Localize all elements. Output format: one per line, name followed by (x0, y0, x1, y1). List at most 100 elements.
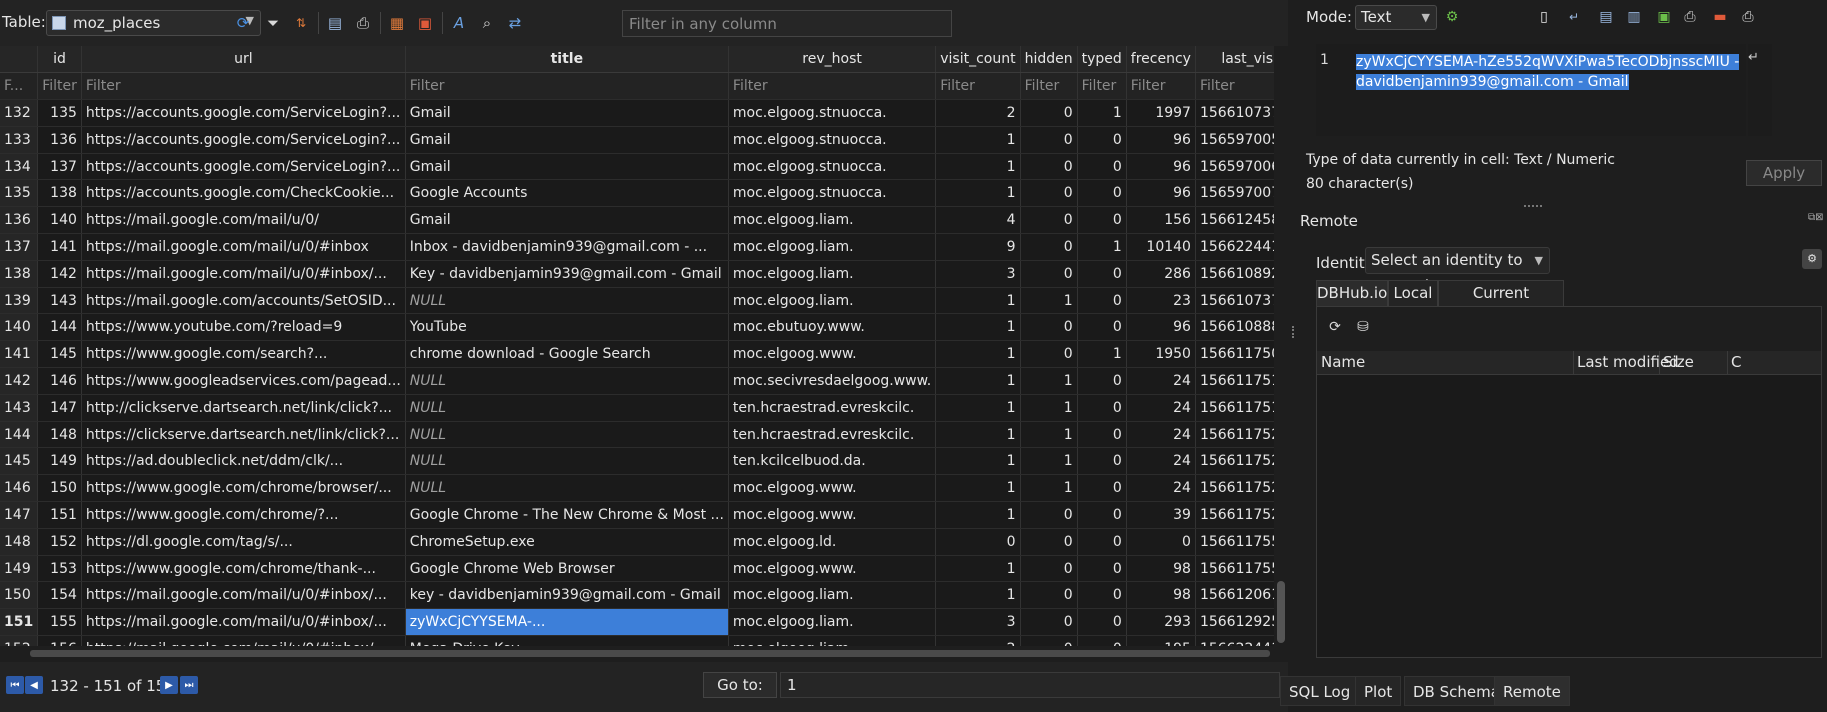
apply-button[interactable]: Apply (1746, 160, 1822, 186)
insert-record-icon[interactable]: ▦ (386, 12, 408, 34)
cell-id[interactable]: 146 (37, 367, 82, 395)
table-row[interactable]: 150 154 https://mail.google.com/mail/u/0/#… (0, 581, 1288, 610)
row-number[interactable]: 144 (0, 421, 39, 449)
find-icon[interactable]: ⌕ (476, 12, 498, 34)
set-null-icon[interactable]: ▣ (1654, 7, 1674, 27)
cell-hidden[interactable]: 0 (1020, 153, 1078, 181)
cell-visit-count[interactable]: 0 (935, 528, 1021, 556)
cell-title[interactable]: Gmail (405, 99, 729, 127)
cell-url[interactable]: https://www.google.com/chrome/thank-... (81, 555, 406, 583)
column-filter-visit-count[interactable]: Filter (935, 72, 1021, 101)
tab-plot[interactable]: Plot (1355, 676, 1402, 706)
vertical-scrollbar[interactable] (1274, 46, 1288, 660)
cell-visit-count[interactable]: 1 (935, 474, 1021, 503)
table-row[interactable]: 140 144 https://www.youtube.com/?reload=9 Y… (0, 313, 1288, 342)
cell-visit-count[interactable]: 1 (935, 581, 1021, 610)
cell-url[interactable]: https://accounts.google.com/CheckCookie.… (81, 179, 406, 208)
goto-input[interactable] (780, 672, 1280, 698)
scrollbar-thumb[interactable] (1277, 581, 1285, 643)
cell-title[interactable]: Google Chrome - The New Chrome & Most ..… (405, 501, 729, 529)
clear-filters-icon[interactable]: ⏷ (262, 12, 284, 34)
cell-frecency[interactable]: 98 (1126, 581, 1196, 610)
row-number[interactable]: 135 (0, 179, 39, 208)
cell-hidden[interactable]: 1 (1020, 421, 1078, 449)
cell-visit-count[interactable]: 9 (935, 233, 1021, 261)
cell-hidden[interactable]: 0 (1020, 555, 1078, 583)
row-number[interactable]: 151 (0, 608, 39, 637)
cell-url[interactable]: https://www.googleadservices.com/pagead.… (81, 367, 406, 395)
cell-rev-host[interactable]: moc.elgoog.www. (728, 555, 937, 583)
cell-title[interactable]: chrome download - Google Search (405, 340, 729, 369)
cell-rev-host[interactable]: ten.kcilcelbuod.da. (728, 447, 937, 476)
cell-id[interactable]: 135 (37, 99, 82, 127)
row-number[interactable]: 138 (0, 260, 39, 288)
clear-icon[interactable]: ▬ (1710, 7, 1730, 27)
cell-id[interactable]: 151 (37, 501, 82, 529)
cell-hidden[interactable]: 0 (1020, 126, 1078, 154)
cell-title[interactable]: key - davidbenjamin939@gmail.com - Gmail (405, 581, 729, 610)
cell-title[interactable]: Inbox - davidbenjamin939@gmail.com - ... (405, 233, 729, 261)
cell-url[interactable]: https://ad.doubleclick.net/ddm/clk/... (81, 447, 406, 476)
delete-record-icon[interactable]: ▣ (414, 12, 436, 34)
cell-rev-host[interactable]: moc.elgoog.liam. (728, 608, 937, 637)
cell-id[interactable]: 145 (37, 340, 82, 369)
cell-typed[interactable]: 1 (1077, 99, 1127, 127)
table-row[interactable]: 139 143 https://mail.google.com/accounts/S… (0, 287, 1288, 315)
cell-id[interactable]: 152 (37, 528, 82, 556)
cell-hidden[interactable]: 1 (1020, 367, 1078, 395)
identity-selector[interactable]: Select an identity to connect ▼ (1365, 247, 1550, 294)
cell-title[interactable]: Google Chrome Web Browser (405, 555, 729, 583)
cell-hidden[interactable]: 0 (1020, 260, 1078, 288)
tab-remote[interactable]: Remote (1494, 676, 1570, 706)
table-row[interactable]: 151 155 https://mail.google.com/mail/u/0/#… (0, 608, 1288, 637)
horizontal-scrollbar[interactable] (0, 646, 1274, 660)
table-row[interactable]: 148 152 https://dl.google.com/tag/s/... Chr… (0, 528, 1288, 556)
column-header-typed[interactable]: typed (1077, 46, 1127, 74)
table-row[interactable]: 145 149 https://ad.doubleclick.net/ddm/clk… (0, 447, 1288, 476)
cell-editor[interactable]: 1 zyWxCjCYYSEMA-hZe552qWVXiPwa5TecODbjns… (1316, 44, 1746, 136)
cell-typed[interactable]: 0 (1077, 206, 1127, 235)
row-number[interactable]: 147 (0, 501, 39, 529)
cell-frecency[interactable]: 24 (1126, 474, 1196, 503)
global-filter-input[interactable] (622, 10, 952, 37)
cell-url[interactable]: https://accounts.google.com/ServiceLogin… (81, 126, 406, 154)
cell-url[interactable]: https://www.youtube.com/?reload=9 (81, 313, 406, 342)
file-list[interactable] (1317, 375, 1821, 657)
clear-sorting-icon[interactable]: ⇅ (290, 12, 312, 34)
cell-id[interactable]: 148 (37, 421, 82, 449)
cell-typed[interactable]: 0 (1077, 287, 1127, 315)
table-row[interactable]: 142 146 https://www.googleadservices.com/p… (0, 367, 1288, 395)
column-header-title[interactable]: title (405, 46, 729, 74)
cell-url[interactable]: https://clickserve.dartsearch.net/link/c… (81, 421, 406, 449)
cell-frecency[interactable]: 1950 (1126, 340, 1196, 369)
cell-hidden[interactable]: 0 (1020, 528, 1078, 556)
cell-typed[interactable]: 0 (1077, 608, 1127, 637)
cell-rev-host[interactable]: moc.elgoog.ld. (728, 528, 937, 556)
cell-rev-host[interactable]: moc.elgoog.liam. (728, 233, 937, 261)
cell-typed[interactable]: 1 (1077, 233, 1127, 261)
column-filter-hidden[interactable]: Filter (1020, 72, 1078, 101)
cell-frecency[interactable]: 1997 (1126, 99, 1196, 127)
cell-frecency[interactable]: 24 (1126, 447, 1196, 476)
table-row[interactable]: 143 147 http://clickserve.dartsearch.net/l… (0, 394, 1288, 422)
cell-title[interactable]: NULL (405, 474, 729, 503)
cell-frecency[interactable]: 24 (1126, 394, 1196, 422)
cell-typed[interactable]: 1 (1077, 340, 1127, 369)
column-header-visit-count[interactable]: visit_count (935, 46, 1021, 74)
cell-frecency[interactable]: 24 (1126, 421, 1196, 449)
cell-typed[interactable]: 0 (1077, 313, 1127, 342)
cell-url[interactable]: http://clickserve.dartsearch.net/link/cl… (81, 394, 406, 422)
cell-title[interactable]: NULL (405, 421, 729, 449)
cell-rev-host[interactable]: moc.elgoog.stnuocca. (728, 126, 937, 154)
goto-button[interactable]: Go to: (703, 672, 777, 698)
mode-selector[interactable]: Text ▼ (1355, 5, 1437, 30)
row-number[interactable]: 150 (0, 581, 39, 610)
row-number[interactable]: 140 (0, 313, 39, 342)
column-filter-url[interactable]: Filter (81, 72, 406, 101)
column-filter-title[interactable]: Filter (405, 72, 729, 101)
cell-visit-count[interactable]: 1 (935, 287, 1021, 315)
cell-hidden[interactable]: 1 (1020, 447, 1078, 476)
cell-rev-host[interactable]: moc.elgoog.www. (728, 501, 937, 529)
cell-rev-host[interactable]: moc.elgoog.stnuocca. (728, 179, 937, 208)
print-icon[interactable]: ⎙ (1680, 7, 1700, 27)
